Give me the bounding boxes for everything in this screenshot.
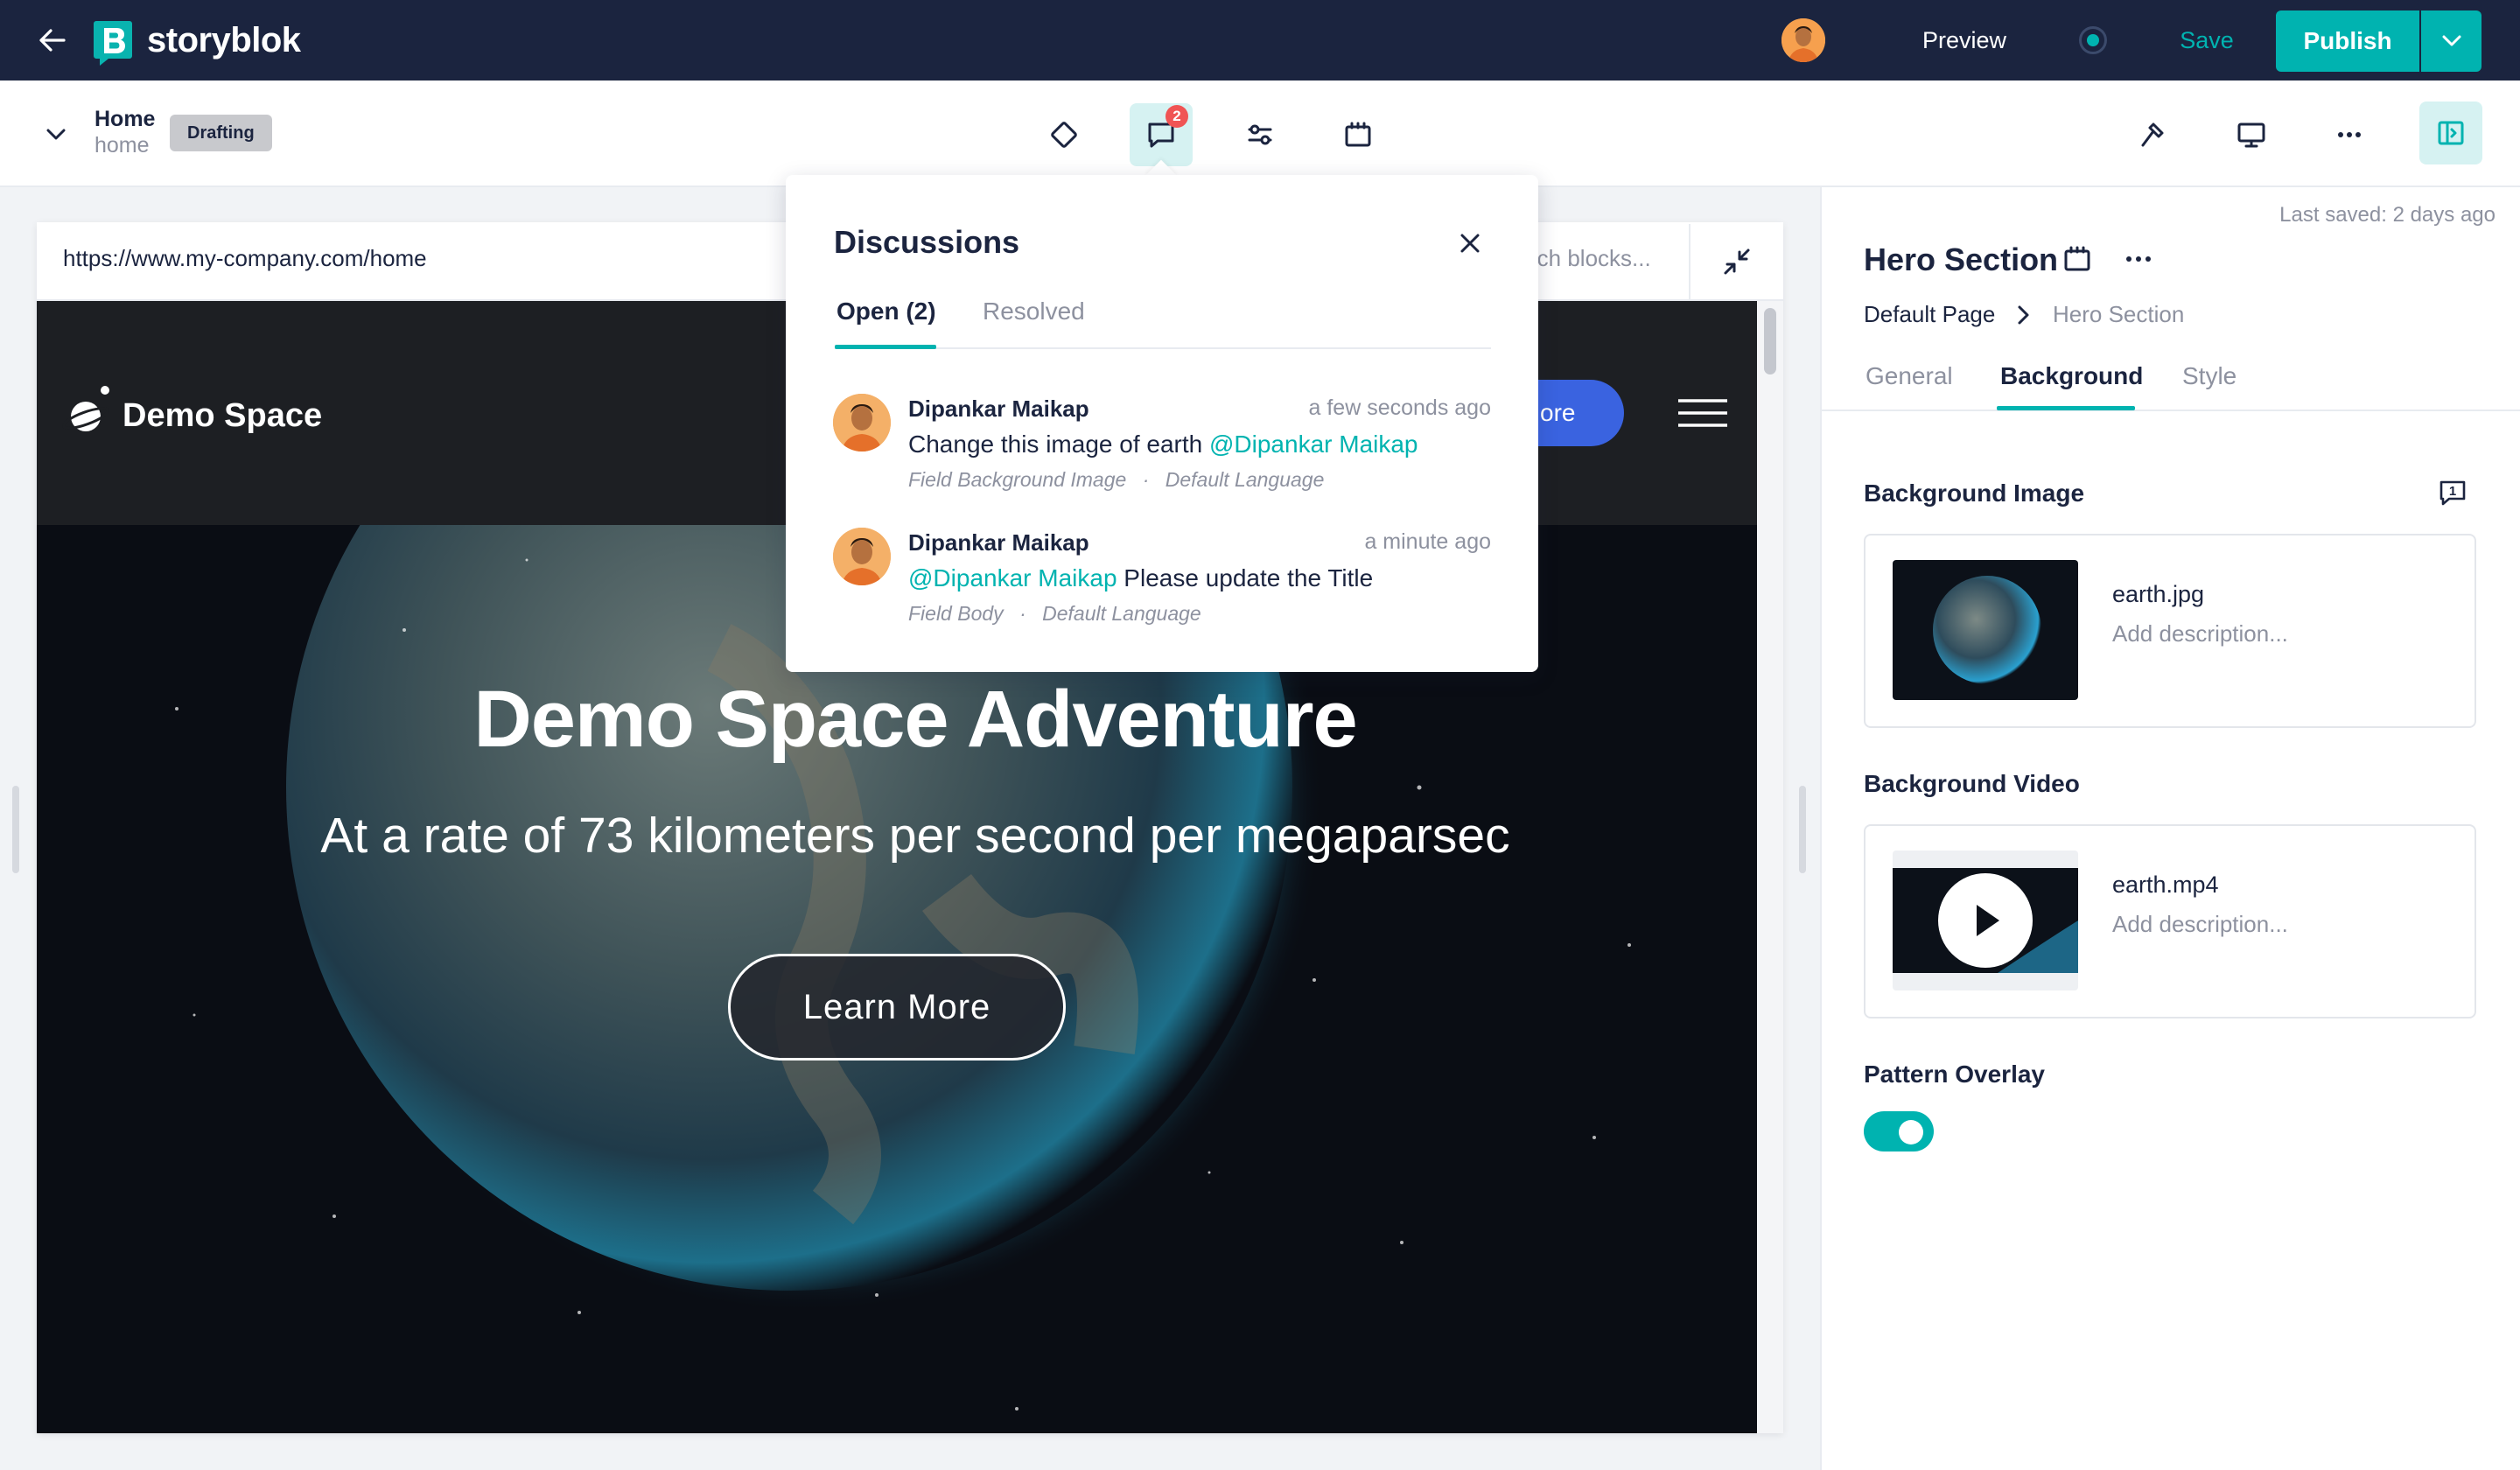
dev-tools-hammer-icon[interactable]	[2122, 103, 2185, 166]
close-icon[interactable]	[1449, 222, 1491, 264]
tab-open[interactable]: Open (2)	[836, 298, 936, 326]
site-brand[interactable]: Demo Space	[122, 397, 322, 435]
live-status-indicator	[2079, 26, 2107, 54]
chevron-right-icon	[2012, 303, 2034, 327]
publish-options-chevron-down-icon[interactable]	[2421, 10, 2482, 72]
comment-meta: Field Background Image · Default Languag…	[908, 468, 1325, 491]
hero-title[interactable]: Demo Space Adventure	[37, 674, 1794, 766]
comment-author[interactable]: Dipankar Maikap	[908, 529, 1089, 556]
hamburger-menu-icon[interactable]	[1676, 396, 1729, 430]
preview-scrollbar-thumb[interactable]	[1764, 308, 1776, 374]
field-label-background-video: Background Video	[1864, 770, 2080, 797]
settings-sliders-icon[interactable]	[1228, 103, 1292, 166]
comment-field: Field Body	[908, 602, 1004, 625]
block-schema-icon[interactable]	[1326, 103, 1390, 166]
comment-language: Default Language	[1165, 468, 1325, 491]
comment-text-part: Please update the Title	[1116, 564, 1374, 592]
blocks-diamond-icon[interactable]	[1032, 103, 1096, 166]
asset-filename: earth.jpg	[2112, 581, 2205, 607]
tab-general[interactable]: General	[1866, 362, 1953, 390]
storyblok-logo-icon	[93, 19, 133, 66]
comment-language: Default Language	[1042, 602, 1201, 625]
tab-background[interactable]: Background	[2000, 362, 2143, 390]
comment-mention[interactable]: @Dipankar Maikap	[1209, 430, 1418, 458]
tab-resolved[interactable]: Resolved	[983, 298, 1085, 326]
field-label-background-image: Background Image	[1864, 480, 2085, 507]
avatar	[833, 528, 891, 585]
hero-subtitle[interactable]: At a rate of 73 kilometers per second pe…	[37, 807, 1794, 864]
story-name: Home	[94, 107, 156, 131]
left-resize-handle[interactable]	[12, 786, 19, 873]
avatar	[833, 394, 891, 452]
preview-url[interactable]: https://www.my-company.com/home	[63, 245, 427, 272]
comments-count-badge: 2	[1166, 105, 1188, 128]
breadcrumb-item[interactable]: Default Page	[1864, 301, 1995, 328]
block-schema-icon[interactable]	[2062, 243, 2093, 275]
active-tab-indicator	[1997, 406, 2135, 410]
preview-scrollbar[interactable]	[1757, 301, 1783, 1433]
field-comment-icon[interactable]: 1	[2438, 478, 2468, 508]
asset-filename: earth.mp4	[2112, 872, 2219, 898]
comment-meta: Field Body · Default Language	[908, 602, 1201, 625]
discussions-title: Discussions	[834, 224, 1020, 260]
comment-text-part: Change this image of earth	[908, 430, 1209, 458]
block-more-options-icon[interactable]	[2121, 243, 2156, 275]
active-tab-indicator	[835, 345, 936, 349]
more-options-icon[interactable]	[2318, 103, 2381, 166]
asset-description-input[interactable]: Add description...	[2112, 620, 2288, 648]
comment-text[interactable]: @Dipankar Maikap Please update the Title	[908, 564, 1373, 592]
earth-image-thumbnail[interactable]	[1893, 560, 2078, 700]
last-saved-text: Last saved: 2 days ago	[2279, 203, 2496, 227]
video-thumbnail[interactable]	[1893, 850, 2078, 990]
save-button[interactable]: Save	[2161, 19, 2252, 61]
comment-time: a few seconds ago	[1308, 396, 1491, 420]
breadcrumb-item-current: Hero Section	[2053, 301, 2185, 327]
panel-tabs-divider	[1822, 410, 2520, 411]
user-avatar[interactable]	[1782, 18, 1825, 62]
planet-logo-icon	[61, 385, 116, 439]
toggle-knob	[1899, 1120, 1923, 1144]
comment-field: Field Background Image	[908, 468, 1127, 491]
asset-description-input[interactable]: Add description...	[2112, 911, 2288, 938]
top-bar	[0, 0, 2520, 80]
comment-author[interactable]: Dipankar Maikap	[908, 396, 1089, 423]
desktop-preview-icon[interactable]	[2220, 103, 2283, 166]
field-label-pattern-overlay: Pattern Overlay	[1864, 1060, 2045, 1088]
app-logo-text: storyblok	[147, 21, 301, 60]
comment-mention[interactable]: @Dipankar Maikap	[908, 564, 1117, 592]
back-arrow-icon[interactable]	[32, 19, 74, 61]
collapse-icon[interactable]	[1689, 224, 1783, 299]
comment-time: a minute ago	[1364, 529, 1491, 554]
learn-more-button[interactable]: Learn More	[728, 954, 1066, 1060]
block-title: Hero Section	[1864, 242, 2059, 277]
tab-style[interactable]: Style	[2182, 362, 2236, 390]
story-slug: home	[94, 133, 150, 158]
comment-text[interactable]: Change this image of earth @Dipankar Mai…	[908, 430, 1418, 458]
preview-button[interactable]: Preview	[1890, 19, 2039, 61]
story-menu-chevron-down-icon[interactable]	[38, 117, 74, 152]
right-resize-handle[interactable]	[1799, 786, 1806, 873]
publish-button[interactable]: Publish	[2276, 10, 2419, 72]
field-comment-count: 1	[2449, 484, 2456, 499]
status-badge: Drafting	[170, 115, 272, 151]
search-blocks-input[interactable]: rch blocks...	[1530, 245, 1651, 272]
toggle-sidebar-icon[interactable]	[2419, 102, 2482, 164]
